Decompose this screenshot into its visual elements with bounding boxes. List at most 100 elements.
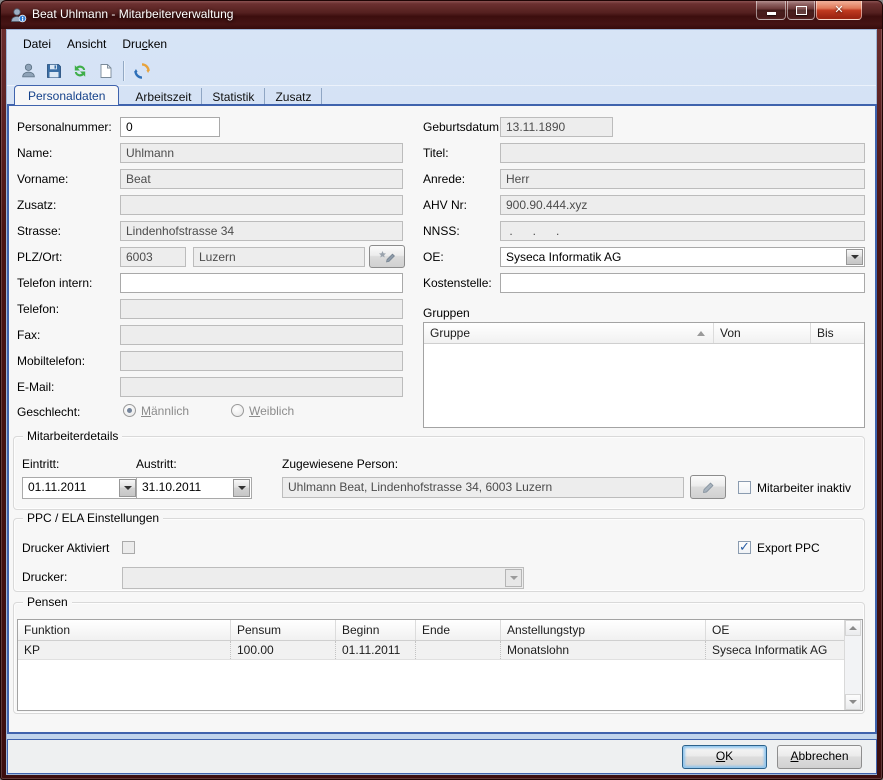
plz-input: 6003 [120,247,186,267]
gruppen-table-header: Gruppe Von Bis [424,323,864,344]
application-window: Beat Uhlmann - Mitarbeiterverwaltung Dat… [0,0,883,780]
menu-drucken[interactable]: Drucken [114,34,175,54]
tab-arbeitszeit[interactable]: Arbeitszeit [125,88,202,105]
eintritt-datepicker[interactable]: 01.11.2011 [22,477,138,499]
sync-toolbar-button[interactable] [129,59,155,83]
pensen-col-ende[interactable]: Ende [416,620,501,640]
tab-personaldaten[interactable]: Personaldaten [14,85,119,105]
footer-button-bar: OK Abbrechen [7,739,877,774]
tab-strip: Personaldaten Arbeitszeit Statistik Zusa… [7,85,876,105]
eintritt-label: Eintritt: [22,457,59,471]
telefon-intern-input[interactable] [120,273,403,293]
menu-drucken-label-post: ken [148,37,167,51]
chevron-down-icon [238,486,246,490]
fax-input [120,325,403,345]
menu-datei[interactable]: Datei [15,34,59,54]
zugewiesene-person-label: Zugewiesene Person: [282,457,398,471]
personalnummer-input[interactable]: 0 [120,117,220,137]
oe-combobox[interactable]: Syseca Informatik AG [500,247,865,267]
tab-statistik[interactable]: Statistik [202,88,265,105]
gruppen-col-gruppe[interactable]: Gruppe [424,323,714,343]
refresh-toolbar-button[interactable] [67,59,93,83]
geburtsdatum-label: Geburtsdatum: [423,120,502,134]
telefon-input [120,299,403,319]
minimize-button[interactable] [756,1,786,20]
sort-ascending-icon [697,331,705,336]
sync-icon [133,62,151,80]
plz-lookup-button[interactable] [369,245,405,268]
gruppen-col-von[interactable]: Von [714,323,811,343]
drucker-aktiviert-label: Drucker Aktiviert [22,541,109,555]
eintritt-dropdown-button[interactable] [119,479,136,497]
radio-selected-dot [127,408,132,413]
chevron-down-icon [124,486,132,490]
geburtsdatum-input: 13.11.1890 [500,117,613,137]
mitarbeiter-inaktiv-checkbox[interactable] [738,481,751,494]
mitarbeiterdetails-group: Mitarbeiterdetails Eintritt: 01.11.2011 … [13,436,865,510]
pensen-table-row[interactable]: KP 100.00 01.11.2011 Monatslohn Syseca I… [18,641,862,660]
telefon-intern-label: Telefon intern: [17,276,92,290]
vorname-input: Beat [120,169,403,189]
strasse-input: Lindenhofstrasse 34 [120,221,403,241]
weiblich-radio-label: Weiblich [249,404,294,418]
maennlich-radio [123,404,136,417]
mobiltelefon-input [120,351,403,371]
austritt-dropdown-button[interactable] [233,479,250,497]
new-document-toolbar-button[interactable] [93,59,119,83]
star-pencil-icon [378,250,396,264]
title-bar[interactable]: Beat Uhlmann - Mitarbeiterverwaltung [1,1,882,29]
app-user-icon [9,6,27,24]
user-toolbar-button[interactable] [15,59,41,83]
tab-zusatz[interactable]: Zusatz [265,88,322,105]
menu-ansicht[interactable]: Ansicht [59,34,114,54]
save-icon [46,63,62,79]
save-toolbar-button[interactable] [41,59,67,83]
close-button[interactable] [816,1,862,20]
export-ppc-checkbox[interactable] [738,541,751,554]
pensen-table-scrollbar[interactable] [844,620,862,710]
drucker-label: Drucker: [22,570,67,584]
fax-label: Fax: [17,328,40,342]
restore-button[interactable] [787,1,815,20]
kostenstelle-label: Kostenstelle: [423,276,492,290]
pensen-col-pensum[interactable]: Pensum [231,620,336,640]
pensen-title: Pensen [23,595,72,609]
menu-bar: Datei Ansicht Drucken [7,31,876,56]
email-input [120,377,403,397]
arrow-up-icon [849,626,857,630]
austritt-label: Austritt: [136,457,177,471]
pensen-table[interactable]: Funktion Pensum Beginn Ende Anstellungst… [17,619,863,711]
scroll-down-button[interactable] [845,694,861,710]
weiblich-rest: eiblich [260,404,294,418]
maennlich-mnemonic: M [141,404,151,418]
drucker-combobox [122,567,524,589]
pensen-col-anstellungstyp[interactable]: Anstellungstyp [501,620,706,640]
gruppen-col-bis[interactable]: Bis [811,323,864,343]
pensen-cell-pensum: 100.00 [231,641,336,659]
ort-input: Luzern [193,247,365,267]
pensen-col-beginn[interactable]: Beginn [336,620,416,640]
user-icon [20,62,37,79]
menu-drucken-label: Dru [122,37,141,51]
oe-dropdown-button[interactable] [846,249,863,265]
scroll-up-button[interactable] [845,620,861,636]
chevron-down-icon [510,576,518,580]
mitarbeiterdetails-title: Mitarbeiterdetails [23,429,122,443]
maennlich-rest: ännlich [151,404,189,418]
pensen-col-funktion[interactable]: Funktion [18,620,231,640]
austritt-datepicker[interactable]: 31.10.2011 [136,477,252,499]
nnss-input: . . . [500,221,865,241]
refresh-icon [72,63,88,79]
gruppen-table[interactable]: Gruppe Von Bis [423,322,865,428]
zugewiesene-person-input: Uhlmann Beat, Lindenhofstrasse 34, 6003 … [282,477,684,498]
ok-button[interactable]: OK [682,745,767,769]
edit-person-button[interactable] [690,475,726,499]
personaldaten-page: Personalnummer: 0 Name: Uhlmann Vorname:… [7,104,877,734]
drucker-dropdown-button [505,569,522,587]
abbrechen-button[interactable]: Abbrechen [777,745,862,769]
kostenstelle-input[interactable] [500,273,865,293]
minimize-icon [767,12,776,15]
pensen-col-oe[interactable]: OE [706,620,845,640]
geschlecht-label: Geschlecht: [17,405,80,419]
pensen-cell-funktion: KP [18,641,231,659]
